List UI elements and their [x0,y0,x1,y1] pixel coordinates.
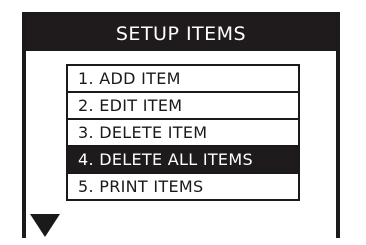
menu-item-edit-item[interactable]: 2. EDIT ITEM [68,93,298,120]
lcd-screen: SETUP ITEMS 1. ADD ITEM 2. EDIT ITEM 3. … [22,12,340,238]
screen-title: SETUP ITEMS [26,16,336,51]
menu-item-add-item[interactable]: 1. ADD ITEM [68,66,298,93]
menu-item-delete-all-items[interactable]: 4. DELETE ALL ITEMS [68,147,298,174]
menu-item-delete-item[interactable]: 3. DELETE ITEM [68,120,298,147]
scroll-down-arrow-icon[interactable] [30,214,60,237]
menu-item-print-items[interactable]: 5. PRINT ITEMS [68,174,298,199]
setup-menu: 1. ADD ITEM 2. EDIT ITEM 3. DELETE ITEM … [66,64,300,201]
